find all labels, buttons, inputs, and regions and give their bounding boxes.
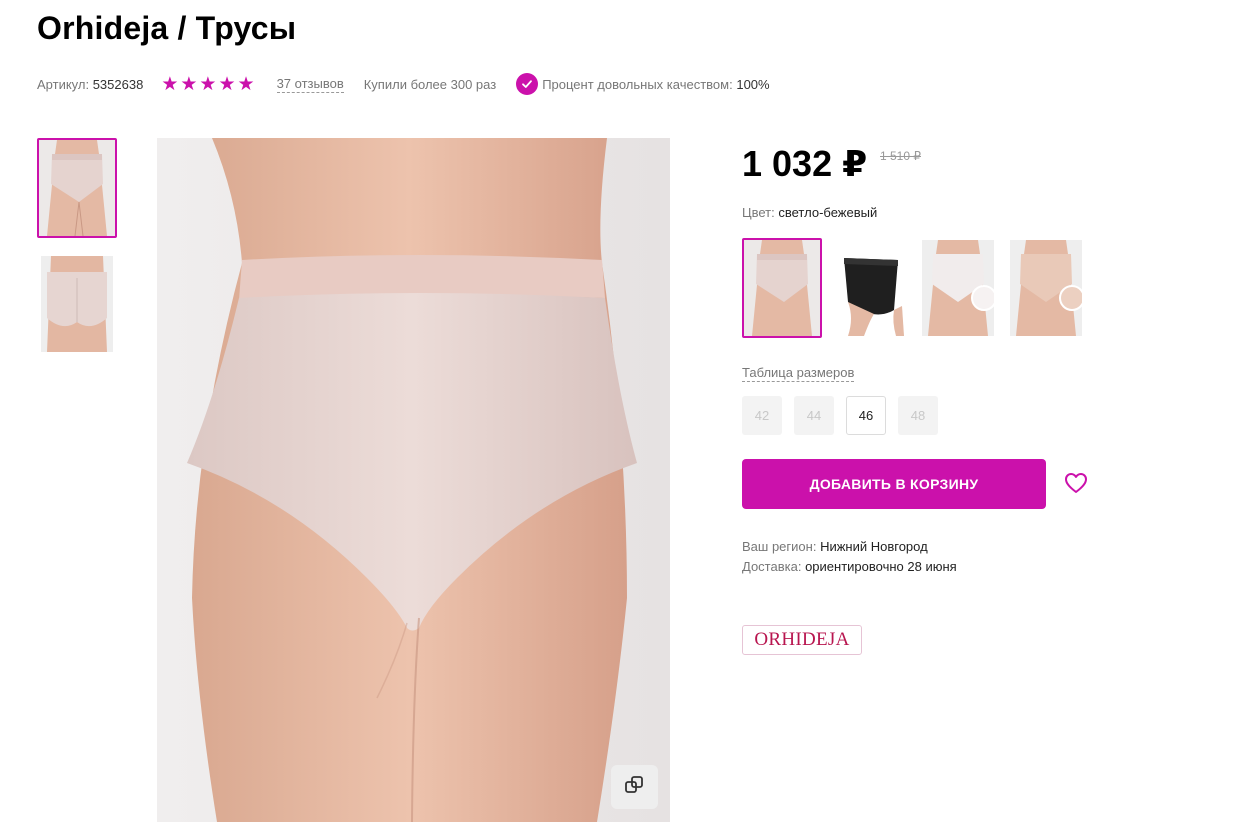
heart-icon (1064, 472, 1088, 499)
region-line: Ваш регион: Нижний Новгород (742, 539, 928, 554)
color-option-light-beige[interactable] (742, 238, 822, 338)
brand-logo-text: ORHIDEJA (754, 629, 850, 650)
copy-zoom-icon (624, 774, 646, 801)
color-option-black[interactable] (834, 240, 906, 336)
reviews-link[interactable]: 37 отзывов (276, 76, 344, 93)
color-line: Цвет: светло-бежевый (742, 205, 877, 220)
gallery-thumb-back[interactable] (41, 256, 113, 352)
check-circle-icon (516, 73, 539, 95)
favorite-button[interactable] (1062, 471, 1090, 499)
delivery-label: Доставка: (742, 559, 802, 574)
star-icon: ★ (237, 73, 255, 95)
color-label: Цвет: (742, 205, 775, 220)
zoom-button[interactable] (611, 765, 658, 809)
delivery-value: ориентировочно 28 июня (805, 559, 957, 574)
region-value[interactable]: Нижний Новгород (820, 539, 928, 554)
article-label: Артикул: (37, 76, 90, 92)
main-product-photo[interactable] (157, 138, 670, 822)
add-to-cart-button[interactable]: ДОБАВИТЬ В КОРЗИНУ (742, 459, 1046, 509)
star-icon: ★ (180, 73, 198, 95)
old-price: 1 510 ₽ (880, 149, 921, 163)
region-label: Ваш регион: (742, 539, 817, 554)
size-option-44[interactable]: 44 (794, 396, 834, 435)
article-value: 5352638 (92, 76, 144, 92)
color-option-white[interactable] (922, 240, 994, 336)
product-title: Orhideja / Трусы (37, 10, 297, 46)
quality-value: 100% (736, 76, 770, 92)
gallery-thumb-front[interactable] (37, 138, 117, 238)
delivery-line: Доставка: ориентировочно 28 июня (742, 559, 957, 574)
product-meta-row: Артикул: 5352638 ★ ★ ★ ★ ★ 37 отзывов Ку… (37, 72, 770, 96)
size-table-link[interactable]: Таблица размеров (742, 365, 855, 382)
color-value: светло-бежевый (778, 205, 878, 220)
current-price: 1 032 ₽ (742, 143, 868, 184)
quality-label: Процент довольных качеством: (542, 76, 733, 92)
color-option-beige[interactable] (1010, 240, 1082, 336)
size-option-46[interactable]: 46 (846, 396, 886, 435)
rating-stars: ★ ★ ★ ★ ★ (161, 75, 254, 94)
size-option-42[interactable]: 42 (742, 396, 782, 435)
quality-indicator: Процент довольных качеством: 100% (516, 73, 770, 95)
star-icon: ★ (161, 73, 179, 95)
star-icon: ★ (199, 73, 217, 95)
brand-logo[interactable]: ORHIDEJA (742, 625, 862, 655)
size-option-48[interactable]: 48 (898, 396, 938, 435)
bought-count: Купили более 300 раз (363, 76, 497, 92)
star-icon: ★ (218, 73, 236, 95)
